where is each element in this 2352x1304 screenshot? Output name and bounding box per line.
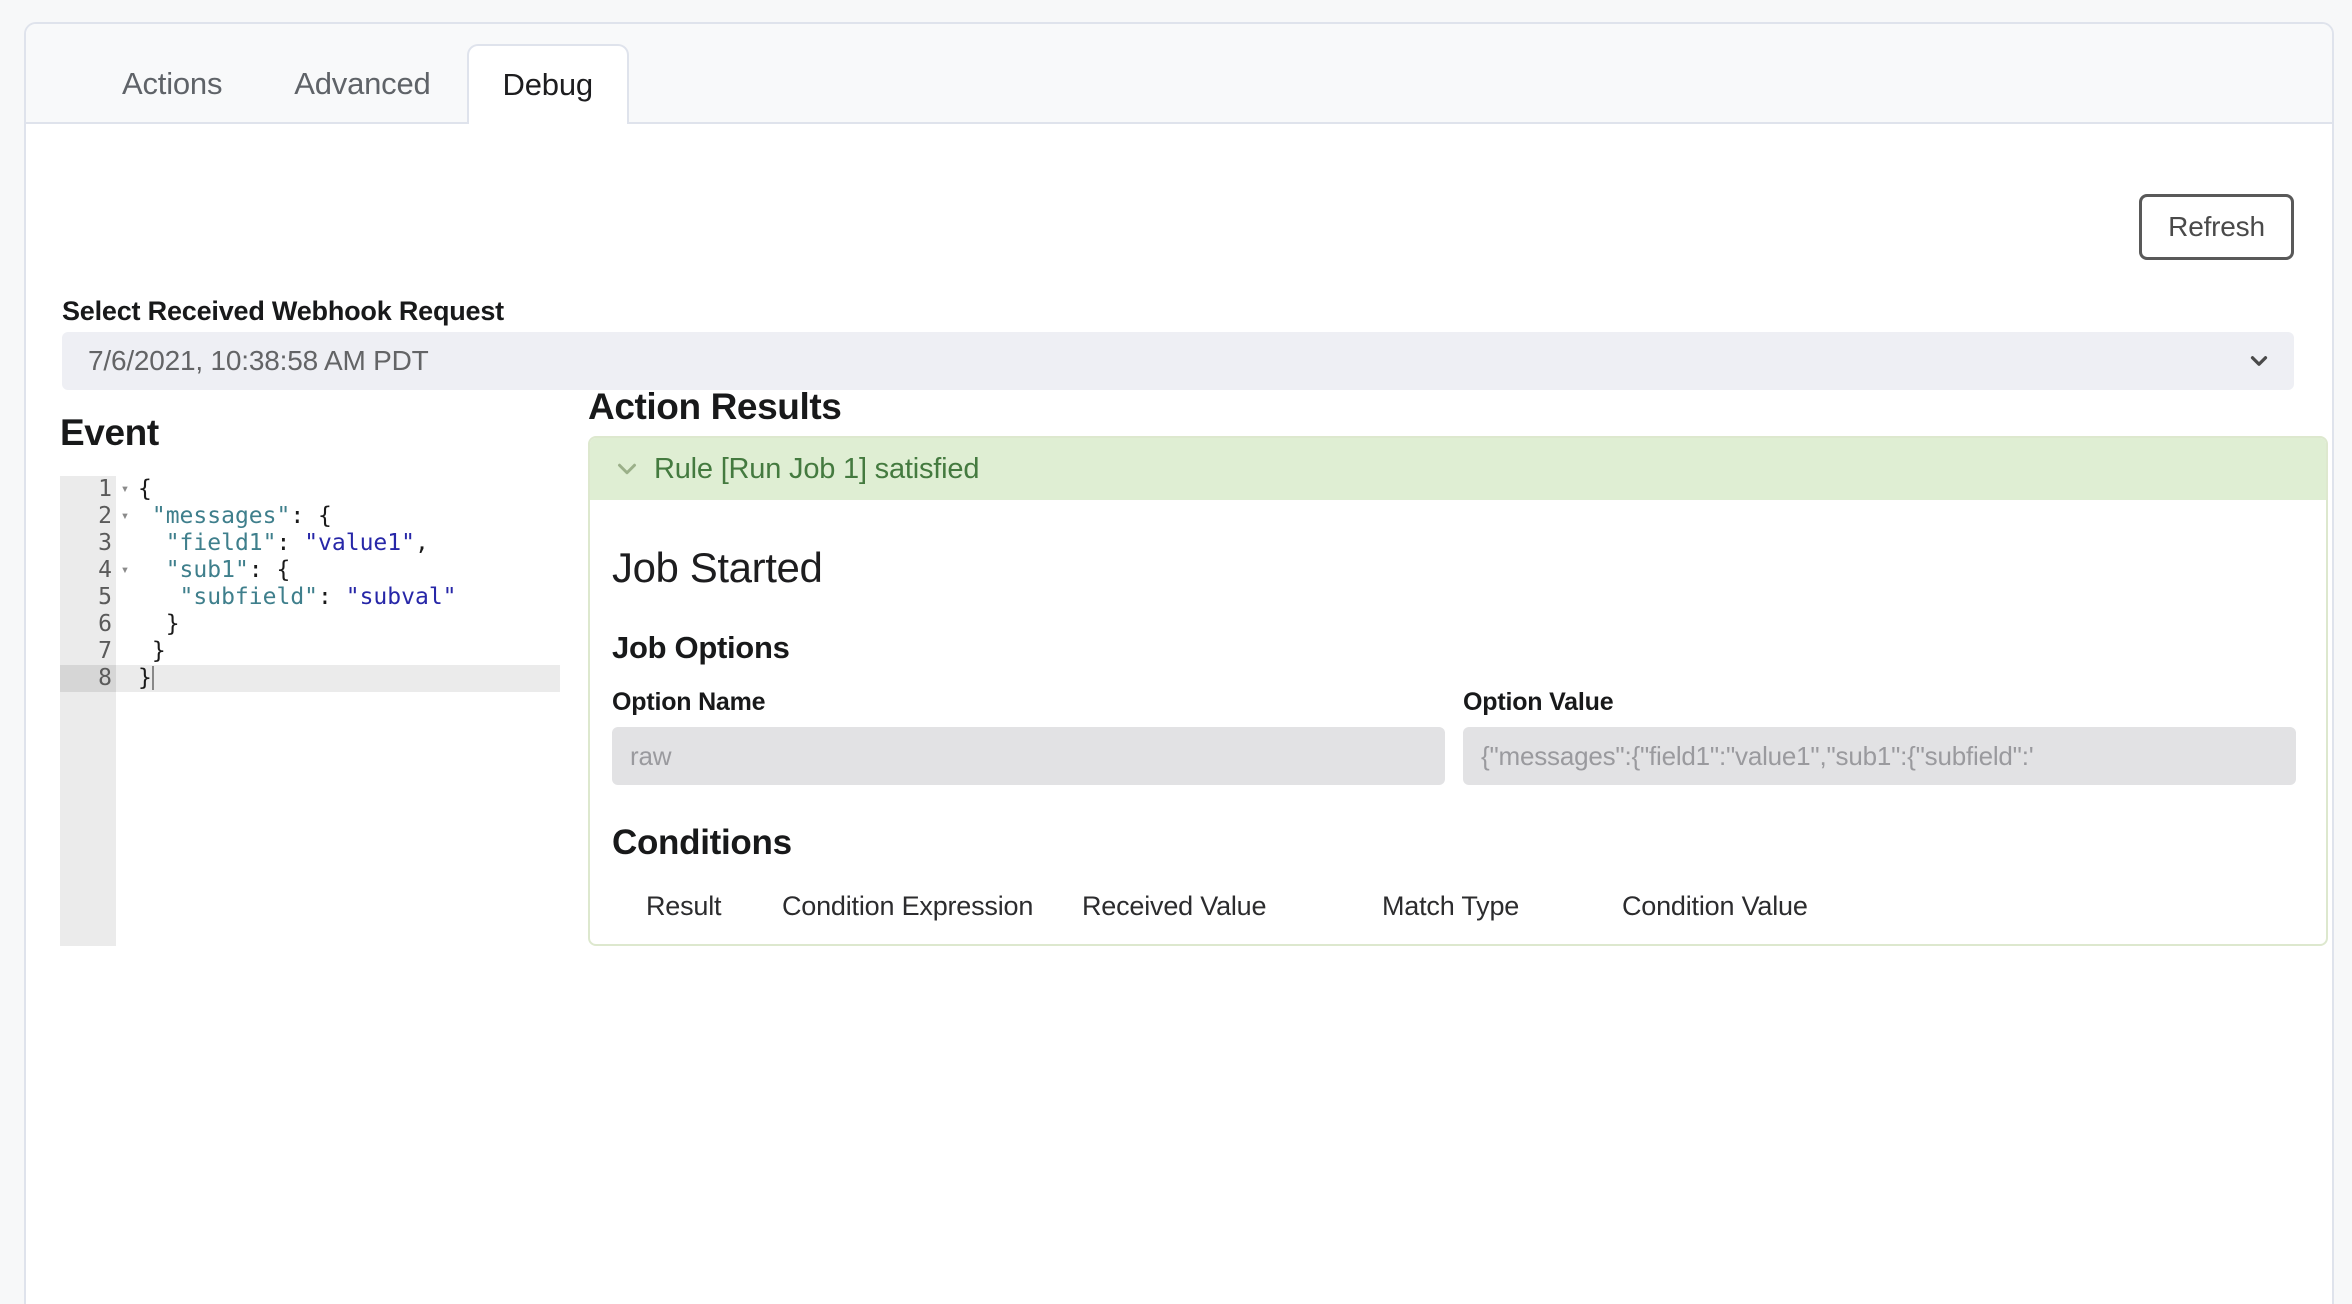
option-name-input[interactable]: raw [612,727,1445,785]
option-name-label: Option Name [612,688,766,716]
tab-debug[interactable]: Debug [466,44,629,124]
option-value-input[interactable]: {"messages":{"field1":"value1","sub1":{"… [1463,727,2296,785]
event-heading: Event [60,412,159,453]
line-number: 8 [60,665,116,692]
tab-advanced[interactable]: Advanced [258,44,466,122]
chevron-down-icon [2246,348,2272,374]
conditions-heading: Conditions [612,823,792,862]
code-text: { [138,476,152,502]
tab-strip: Actions Advanced Debug [26,24,2332,124]
option-name-column: Option Name raw [612,688,1445,785]
line-number: 4 [98,557,112,583]
conditions-table: Result Condition Expression Received Val… [612,891,2296,922]
column-result: Result [646,891,722,921]
webhook-select-label: Select Received Webhook Request [62,296,504,326]
editor-line[interactable]: 7 } [60,638,560,665]
rule-result-body: Job Started Job Options Option Name raw … [590,500,2326,922]
job-title: Job Started [612,544,823,591]
fold-arrow-icon[interactable]: ▾ [116,557,134,584]
code-text: } [138,638,166,664]
column-match-type: Match Type [1382,891,1520,921]
editor-line[interactable]: 8} [60,665,560,692]
rule-banner-label: Rule [Run Job 1] satisfied [654,452,980,485]
webhook-select-box[interactable]: 7/6/2021, 10:38:58 AM PDT [62,332,2294,390]
event-json-editor[interactable]: 1 ▾{2 ▾ "messages": {3 "field1": "value1",… [60,476,560,946]
fold-arrow-icon[interactable]: ▾ [116,476,134,503]
line-number: 1 [98,476,112,502]
refresh-button[interactable]: Refresh [2139,194,2294,260]
conditions-header-row: Result Condition Expression Received Val… [612,891,2296,922]
editor-lines: 1 ▾{2 ▾ "messages": {3 "field1": "value1",… [60,476,560,692]
chevron-down-icon[interactable] [612,454,642,484]
rule-banner[interactable]: Rule [Run Job 1] satisfied [590,438,2326,500]
column-condition-value: Condition Value [1622,891,1808,921]
line-number: 5 [98,584,112,610]
editor-line[interactable]: 6 } [60,611,560,638]
fold-arrow-icon[interactable]: ▾ [116,503,134,530]
tab-advanced-label: Advanced [294,66,431,101]
conditions-table-head: Result Condition Expression Received Val… [612,891,2296,922]
line-number: 3 [98,530,112,556]
editor-line[interactable]: 3 "field1": "value1", [60,530,560,557]
line-number: 7 [98,638,112,664]
webhook-select-value: 7/6/2021, 10:38:58 AM PDT [88,345,429,376]
debug-page: Actions Advanced Debug Refresh Select Re… [0,0,2352,1304]
webhook-select[interactable]: 7/6/2021, 10:38:58 AM PDT [62,332,2294,390]
code-text: "subfield": "subval" [179,584,457,610]
option-value-column: Option Value {"messages":{"field1":"valu… [1463,688,2296,785]
job-options-row: Option Name raw Option Value {"messages"… [612,688,2296,785]
code-text: } [138,611,180,637]
editor-line[interactable]: 4 ▾ "sub1": { [60,557,560,584]
option-value-label: Option Value [1463,688,1614,716]
refresh-button-label: Refresh [2168,211,2265,242]
editor-line[interactable]: 1 ▾{ [60,476,560,503]
line-number: 6 [98,611,112,637]
column-received-value: Received Value [1082,891,1267,921]
job-options-heading: Job Options [612,630,790,665]
column-condition-expression: Condition Expression [782,891,1034,921]
action-results-heading: Action Results [588,386,842,427]
code-text: "messages": { [151,503,332,529]
code-text: } [138,665,154,691]
debug-card: Actions Advanced Debug Refresh Select Re… [24,22,2334,1304]
code-text: "field1": "value1", [165,530,429,556]
line-number: 2 [98,503,112,529]
active-line-highlight [116,665,560,692]
tab-actions-label: Actions [122,66,223,101]
rule-result-card: Rule [Run Job 1] satisfied Job Started J… [588,436,2328,946]
editor-line[interactable]: 5 "subfield": "subval" [60,584,560,611]
tab-debug-label: Debug [502,67,594,102]
code-text: "sub1": { [165,557,291,583]
editor-line[interactable]: 2 ▾ "messages": { [60,503,560,530]
tab-actions[interactable]: Actions [86,44,258,122]
